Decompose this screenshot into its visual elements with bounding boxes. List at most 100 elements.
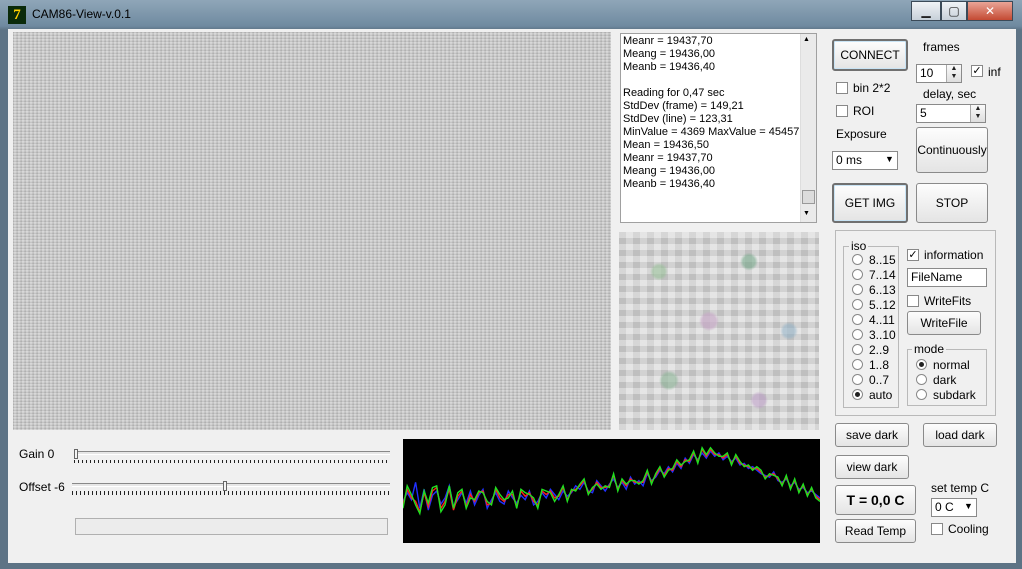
set-temp-select[interactable]: 0 C ▼ — [931, 498, 977, 517]
offset-ticks — [72, 491, 390, 495]
log-scrollbar[interactable]: ▲ ▼ — [800, 34, 816, 222]
log-line: Meang = 19436,00 — [623, 165, 716, 177]
filename-input[interactable]: FileName — [907, 268, 987, 287]
read-temp-button[interactable]: Read Temp — [835, 519, 916, 543]
delay-label: delay, sec — [923, 87, 977, 101]
log-textbox[interactable]: Meanr = 19437,70 Meang = 19436,00 Meanb … — [620, 33, 817, 223]
scroll-down-icon[interactable]: ▼ — [803, 210, 810, 217]
iso-option-label: 2..9 — [869, 343, 890, 357]
frames-input[interactable]: 10 ▲ ▼ — [916, 64, 962, 83]
window-title: CAM86-View-v.0.1 — [32, 7, 131, 21]
filename-value: FileName — [911, 270, 963, 284]
bin-checkbox[interactable] — [836, 82, 848, 94]
log-line: StdDev (line) = 123,31 — [623, 113, 733, 125]
cooling-checkbox[interactable] — [931, 523, 943, 535]
log-line: Meanr = 19437,70 — [623, 35, 713, 47]
iso-radio[interactable] — [852, 314, 863, 325]
set-temp-value: 0 C — [935, 500, 954, 514]
stop-button[interactable]: STOP — [916, 183, 988, 223]
iso-radio[interactable] — [852, 329, 863, 340]
exposure-label: Exposure — [836, 127, 887, 141]
load-dark-button[interactable]: load dark — [923, 423, 997, 447]
iso-radio[interactable] — [852, 299, 863, 310]
mode-option-label: normal — [933, 358, 970, 372]
iso-radio[interactable] — [852, 269, 863, 280]
delay-spinner[interactable]: ▲ ▼ — [970, 105, 985, 122]
mode-radio[interactable] — [916, 374, 927, 385]
iso-radio[interactable] — [852, 374, 863, 385]
iso-radio[interactable] — [852, 359, 863, 370]
gain-label: Gain 0 — [19, 447, 55, 461]
roi-label: ROI — [853, 104, 875, 118]
log-line: Reading for 0,47 sec — [623, 87, 725, 99]
inf-checkbox[interactable]: ✓ — [971, 65, 983, 77]
bin-label: bin 2*2 — [853, 81, 891, 95]
frames-spinner[interactable]: ▲ ▼ — [946, 65, 961, 82]
gain-slider[interactable] — [74, 449, 390, 465]
roi-checkbox[interactable] — [836, 105, 848, 117]
get-img-button[interactable]: GET IMG — [832, 183, 908, 223]
offset-slider-thumb[interactable] — [222, 481, 227, 491]
writefile-button[interactable]: WriteFile — [907, 311, 981, 335]
iso-radio[interactable] — [852, 344, 863, 355]
log-line: Meanb = 19436,40 — [623, 61, 716, 73]
histogram-graph — [403, 439, 820, 543]
scroll-thumb[interactable] — [802, 190, 815, 204]
iso-option-label: 7..14 — [869, 268, 896, 282]
mode-radio[interactable] — [916, 389, 927, 400]
minimize-button[interactable]: ▁ — [911, 1, 941, 21]
offset-slider[interactable] — [72, 481, 390, 497]
mode-option-label: subdark — [933, 388, 976, 402]
iso-radio[interactable] — [852, 389, 863, 400]
set-temp-label: set temp C — [931, 481, 990, 495]
cooling-label: Cooling — [948, 522, 989, 536]
writefits-checkbox[interactable] — [907, 295, 919, 307]
information-label: information — [924, 248, 984, 262]
delay-input[interactable]: 5 ▲ ▼ — [916, 104, 986, 123]
iso-radio[interactable] — [852, 254, 863, 265]
iso-option-label: 8..15 — [869, 253, 896, 267]
close-button[interactable]: ✕ — [967, 1, 1013, 21]
iso-legend: iso — [849, 239, 869, 253]
iso-option-label: 5..12 — [869, 298, 896, 312]
connect-button[interactable]: CONNECT — [832, 39, 908, 71]
maximize-button[interactable]: ▢ — [941, 1, 967, 21]
save-dark-button[interactable]: save dark — [835, 423, 909, 447]
iso-option-label: 1..8 — [869, 358, 890, 372]
exposure-value: 0 ms — [836, 153, 863, 167]
iso-option-label: 6..13 — [869, 283, 896, 297]
log-line: Meanb = 19436,40 — [623, 178, 716, 190]
log-line: Mean = 19436,50 — [623, 139, 709, 151]
log-line: MinValue = 4369 MaxValue = 45457 — [623, 126, 800, 138]
exposure-select[interactable]: 0 ms ▼ — [832, 151, 898, 170]
iso-option-label: auto — [869, 388, 893, 402]
histogram-green-line — [403, 445, 820, 516]
mode-option-label: dark — [933, 373, 957, 387]
zoom-preview[interactable] — [619, 232, 819, 430]
app-icon: 7 — [8, 6, 26, 24]
chevron-down-icon: ▼ — [964, 501, 973, 511]
writefits-label: WriteFits — [924, 294, 972, 308]
iso-radio[interactable] — [852, 284, 863, 295]
frames-label: frames — [923, 40, 960, 54]
information-checkbox[interactable]: ✓ — [907, 249, 919, 261]
gain-ticks — [74, 460, 390, 463]
frames-value: 10 — [920, 66, 934, 80]
gain-slider-thumb[interactable] — [74, 449, 78, 459]
view-dark-button[interactable]: view dark — [835, 455, 909, 479]
log-line: Meanr = 19437,70 — [623, 152, 713, 164]
scroll-up-icon[interactable]: ▲ — [803, 36, 810, 43]
log-line: StdDev (frame) = 149,21 — [623, 100, 744, 112]
title-bar[interactable]: 7 CAM86-View-v.0.1 ▁ ▢ ✕ — [0, 0, 1022, 29]
progress-bar — [75, 518, 388, 535]
mode-legend: mode — [912, 342, 947, 356]
iso-option-label: 3..10 — [869, 328, 896, 342]
iso-option-label: 0..7 — [869, 373, 890, 387]
delay-value: 5 — [920, 106, 927, 120]
mode-radio[interactable] — [916, 359, 927, 370]
continuously-button[interactable]: Continuously — [916, 127, 988, 173]
image-preview[interactable] — [13, 32, 611, 430]
inf-label: inf — [988, 65, 1001, 79]
log-line: Meang = 19436,00 — [623, 48, 716, 60]
